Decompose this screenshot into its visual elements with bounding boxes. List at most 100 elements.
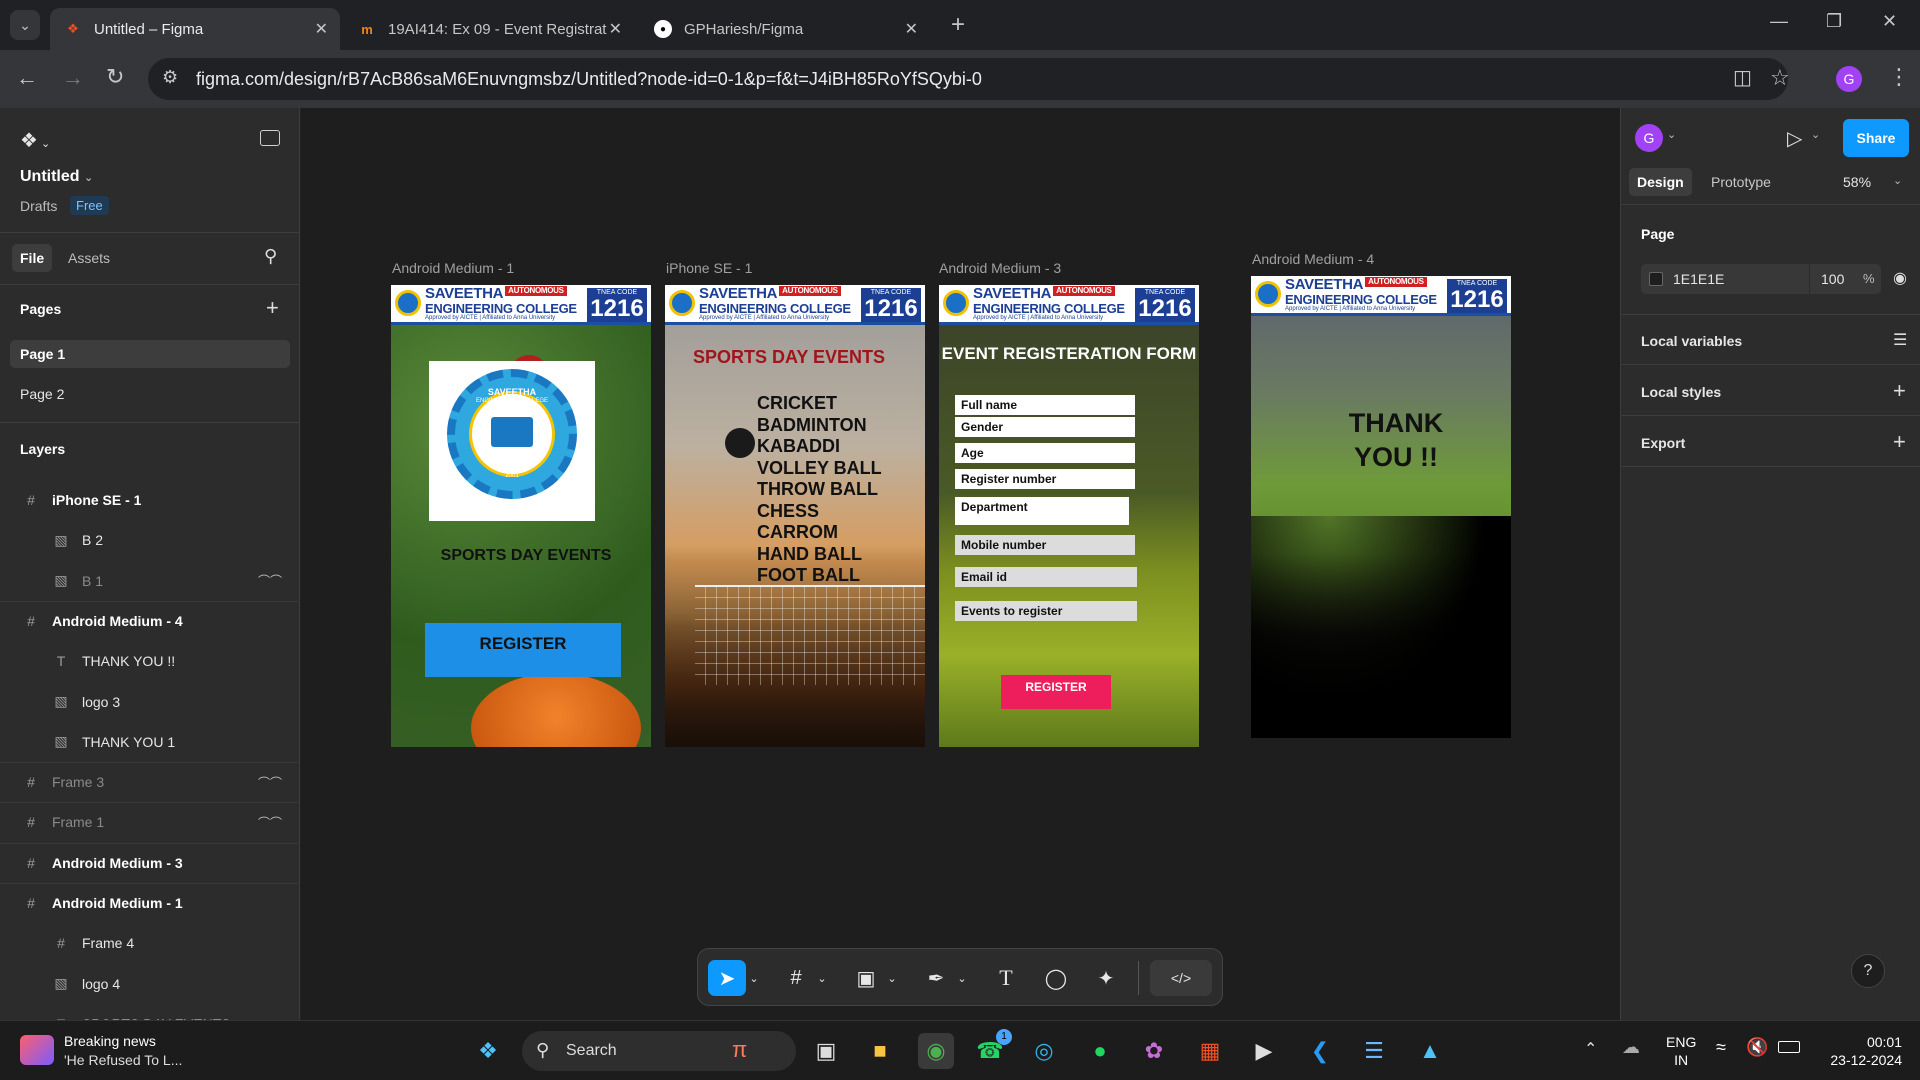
toggle-sidebar-icon[interactable] bbox=[260, 130, 280, 146]
tab-design[interactable]: Design bbox=[1629, 168, 1692, 196]
layer-row[interactable]: # Frame 4 bbox=[0, 923, 300, 963]
move-tool-icon[interactable]: ➤ bbox=[708, 960, 746, 996]
figma-main-menu-icon[interactable]: ❖ ⌄ bbox=[20, 128, 50, 153]
visibility-eye-icon[interactable]: ◉ bbox=[1893, 268, 1907, 288]
layer-row[interactable]: ▧ logo 4 bbox=[0, 964, 300, 1004]
layer-row[interactable]: # Android Medium - 1 bbox=[0, 883, 300, 923]
onedrive-icon[interactable]: ☁ bbox=[1622, 1037, 1640, 1058]
image-tool-chevron-icon[interactable]: ⌄ bbox=[886, 960, 898, 996]
local-styles-label[interactable]: Local styles bbox=[1641, 384, 1721, 400]
layer-row[interactable]: T THANK YOU !! bbox=[0, 641, 300, 681]
site-settings-icon[interactable]: ⚙ bbox=[162, 68, 178, 86]
zoom-chevron-icon[interactable]: ⌄ bbox=[1893, 174, 1902, 187]
tab-github[interactable]: ● GPHariesh/Figma ✕ bbox=[640, 8, 930, 50]
register-button-frame3[interactable]: REGISTER bbox=[1001, 675, 1111, 709]
page-color-field[interactable]: 1E1E1E 100 % bbox=[1641, 264, 1881, 294]
whatsapp-icon[interactable]: ☎ 1 bbox=[972, 1029, 1012, 1069]
local-variables-label[interactable]: Local variables bbox=[1641, 333, 1742, 349]
form-field-full-name[interactable]: Full name bbox=[955, 395, 1135, 415]
page-opacity[interactable]: 100 bbox=[1821, 271, 1844, 287]
add-export-icon[interactable]: + bbox=[1893, 429, 1906, 455]
frame-android-medium-1[interactable]: SAVEETHA ENGINEERING COLLEGE BE THE BEST… bbox=[391, 285, 651, 747]
battery-icon[interactable] bbox=[1778, 1041, 1800, 1053]
copilot-icon[interactable]: ✿ bbox=[1136, 1033, 1172, 1069]
frame-tool-icon[interactable]: # bbox=[778, 960, 814, 996]
close-tab-icon[interactable]: ✕ bbox=[315, 19, 328, 39]
tab-prototype[interactable]: Prototype bbox=[1711, 174, 1771, 190]
profile-avatar[interactable]: G bbox=[1836, 66, 1862, 92]
design-canvas[interactable]: Android Medium - 1 SAVEETHA ENGINEERING … bbox=[301, 108, 1620, 1020]
form-field-department[interactable]: Department bbox=[955, 497, 1129, 525]
text-tool-icon[interactable]: T bbox=[988, 960, 1024, 996]
move-tool-chevron-icon[interactable]: ⌄ bbox=[748, 960, 760, 996]
hidden-eye-icon[interactable]: ⌒⌒ bbox=[258, 572, 282, 589]
variables-settings-icon[interactable]: ☰ bbox=[1893, 330, 1907, 350]
layer-row[interactable]: ▧ THANK YOU 1 bbox=[0, 722, 300, 762]
tab-assets[interactable]: Assets bbox=[68, 250, 110, 266]
pen-tool-icon[interactable]: ✒ bbox=[918, 960, 954, 996]
tab-search-icon[interactable]: ⌄ bbox=[10, 10, 40, 40]
close-tab-icon[interactable]: ✕ bbox=[905, 19, 918, 39]
media-player-icon[interactable]: ▶ bbox=[1246, 1033, 1282, 1069]
actions-tool-icon[interactable]: ✦ bbox=[1088, 960, 1124, 996]
restore-icon[interactable]: ❐ bbox=[1826, 12, 1842, 30]
close-window-icon[interactable]: ✕ bbox=[1882, 12, 1897, 30]
frame-label[interactable]: Android Medium - 1 bbox=[392, 260, 514, 276]
help-button[interactable]: ? bbox=[1851, 954, 1885, 988]
hidden-eye-icon[interactable]: ⌒⌒ bbox=[258, 774, 282, 791]
frame-label[interactable]: Android Medium - 4 bbox=[1252, 251, 1374, 267]
back-icon[interactable]: ← bbox=[16, 67, 38, 89]
browser-menu-icon[interactable]: ⋮ bbox=[1888, 66, 1910, 88]
image-tool-icon[interactable]: ▣ bbox=[848, 960, 884, 996]
page-item-2[interactable]: Page 2 bbox=[20, 386, 64, 402]
notepad-icon[interactable]: ☰ bbox=[1356, 1033, 1392, 1069]
photos-icon[interactable]: ▲ bbox=[1412, 1033, 1448, 1069]
share-button[interactable]: Share bbox=[1843, 119, 1909, 157]
page-item-1[interactable]: Page 1 bbox=[10, 340, 290, 368]
frame-android-medium-3[interactable]: EVENT REGISTERATION FORM Full name Gender… bbox=[939, 285, 1199, 747]
layer-row[interactable]: ▧ logo 3 bbox=[0, 682, 300, 722]
layer-row[interactable]: # Frame 3 ⌒⌒ bbox=[0, 762, 300, 802]
layer-row[interactable]: # Android Medium - 4 bbox=[0, 600, 300, 641]
comment-tool-icon[interactable]: ◯ bbox=[1038, 960, 1074, 996]
zoom-level[interactable]: 58% bbox=[1843, 174, 1871, 190]
form-field-gender[interactable]: Gender bbox=[955, 417, 1135, 437]
present-play-icon[interactable]: ▷ bbox=[1787, 126, 1802, 151]
tab-file[interactable]: File bbox=[12, 244, 53, 272]
spotify-icon[interactable]: ● bbox=[1082, 1033, 1118, 1069]
page-color-hex[interactable]: 1E1E1E bbox=[1673, 271, 1724, 287]
file-explorer-icon[interactable]: ■ bbox=[862, 1033, 898, 1069]
frame-label[interactable]: iPhone SE - 1 bbox=[666, 260, 752, 276]
drafts-label[interactable]: Drafts bbox=[20, 198, 57, 214]
windows-start-icon[interactable]: ❖ bbox=[470, 1033, 506, 1069]
layer-row[interactable]: # iPhone SE - 1 bbox=[0, 480, 300, 520]
language-indicator[interactable]: ENG IN bbox=[1666, 1033, 1696, 1069]
close-tab-icon[interactable]: ✕ bbox=[609, 19, 622, 39]
frame-label[interactable]: Android Medium - 3 bbox=[939, 260, 1061, 276]
user-avatar[interactable]: G bbox=[1635, 124, 1663, 152]
frame-iphone-se-1[interactable]: SPORTS DAY EVENTS CRICKET BADMINTON KABADD… bbox=[665, 285, 925, 747]
form-field-events-to-register[interactable]: Events to register bbox=[955, 601, 1137, 621]
layer-row[interactable]: # Android Medium - 3 bbox=[0, 842, 300, 883]
register-button-frame1[interactable]: REGISTER bbox=[425, 623, 621, 677]
address-bar[interactable]: ⚙ figma.com/design/rB7AcB86saM6Enuvngmsb… bbox=[148, 58, 1790, 100]
avatar-chevron-icon[interactable]: ⌄ bbox=[1667, 128, 1676, 141]
reload-icon[interactable]: ↻ bbox=[106, 66, 124, 88]
news-widget[interactable]: Breaking news 'He Refused To L... bbox=[20, 1031, 220, 1071]
task-view-icon[interactable]: ▣ bbox=[808, 1033, 844, 1069]
add-style-icon[interactable]: + bbox=[1893, 378, 1906, 404]
bookmark-star-icon[interactable]: ☆ bbox=[1770, 67, 1790, 89]
add-page-icon[interactable]: + bbox=[266, 295, 279, 321]
frame-android-medium-4[interactable]: THANK YOU !! SAVEETHA AUTONOMOUS ENGINEER… bbox=[1251, 276, 1511, 738]
tab-figma[interactable]: ❖ Untitled – Figma ✕ bbox=[50, 8, 340, 50]
forward-icon[interactable]: → bbox=[62, 67, 84, 89]
layer-row[interactable]: ▧ B 1 ⌒⌒ bbox=[0, 561, 300, 601]
form-field-mobile-number[interactable]: Mobile number bbox=[955, 535, 1135, 555]
taskbar-search-box[interactable]: ⚲ Search π bbox=[522, 1031, 796, 1071]
chrome-icon[interactable]: ◉ bbox=[918, 1033, 954, 1069]
wifi-icon[interactable]: ≈ bbox=[1716, 1037, 1726, 1058]
form-field-register-number[interactable]: Register number bbox=[955, 469, 1135, 489]
form-field-email-id[interactable]: Email id bbox=[955, 567, 1137, 587]
show-hidden-icons-chevron[interactable]: ⌃ bbox=[1584, 1039, 1597, 1059]
layer-row[interactable]: # Frame 1 ⌒⌒ bbox=[0, 802, 300, 842]
